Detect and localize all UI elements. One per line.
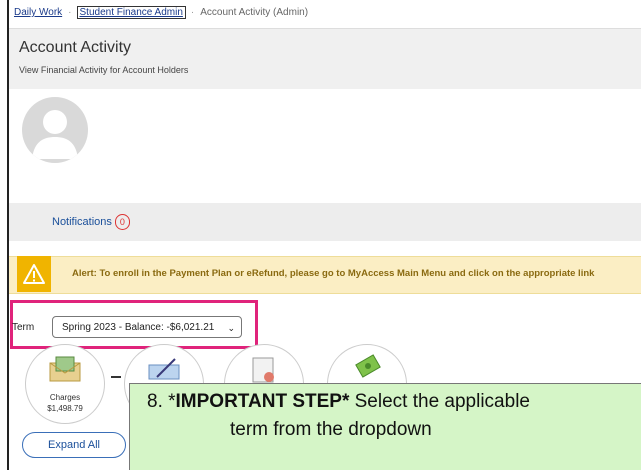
notifications-count-badge: 0	[114, 214, 130, 230]
term-label: Term	[12, 322, 35, 333]
alert-body: To enroll in the Payment Plan or eRefund…	[99, 268, 595, 279]
avatar	[22, 97, 88, 163]
page-title: Account Activity	[19, 39, 132, 56]
breadcrumb-student-finance-admin[interactable]: Student Finance Admin	[76, 6, 186, 19]
page-header: Account Activity View Financial Activity…	[9, 28, 641, 89]
callout-emphasis: IMPORTANT STEP*	[175, 391, 350, 412]
callout-line-1: 8. *IMPORTANT STEP* Select the applicabl…	[147, 388, 530, 416]
charges-amount: $1,498.79	[47, 404, 83, 413]
notifications-link[interactable]: Notifications 0	[52, 214, 130, 230]
notifications-label: Notifications	[52, 216, 112, 228]
breadcrumb-separator: ·	[190, 7, 195, 18]
breadcrumb-current: Account Activity (Admin)	[200, 7, 309, 18]
breadcrumb-separator: ·	[68, 7, 72, 18]
breadcrumb-daily-work[interactable]: Daily Work	[14, 7, 62, 18]
alert-message: Alert: To enroll in the Payment Plan or …	[72, 268, 594, 279]
document-seal-icon	[252, 357, 274, 383]
charges-label: Charges	[49, 393, 81, 402]
warning-icon	[23, 264, 45, 284]
callout-step-number: 8. *	[147, 391, 176, 412]
envelope-money-icon	[49, 356, 81, 382]
breadcrumb: Daily Work · Student Finance Admin · Account…	[14, 6, 309, 19]
term-selected-value: Spring 2023 - Balance: -$6,021.21	[62, 322, 215, 333]
callout-line-2: term from the dropdown	[230, 419, 432, 440]
screen: Daily Work · Student Finance Admin · Account…	[0, 0, 641, 470]
page-subtitle: View Financial Activity for Account Hold…	[19, 65, 189, 75]
term-dropdown[interactable]: Spring 2023 - Balance: -$6,021.21 ⌄	[52, 316, 242, 338]
user-silhouette-icon	[32, 110, 78, 159]
minus-operator	[111, 376, 121, 378]
chevron-down-icon: ⌄	[227, 323, 235, 333]
alert-prefix: Alert:	[72, 268, 97, 279]
alert-icon-container	[17, 256, 51, 292]
check-writing-icon	[148, 358, 180, 380]
callout-line-1-rest: Select the applicable	[349, 391, 530, 412]
instruction-callout: 8. *IMPORTANT STEP* Select the applicabl…	[129, 383, 641, 470]
money-icon	[355, 354, 381, 378]
expand-all-button[interactable]: Expand All	[22, 432, 126, 458]
